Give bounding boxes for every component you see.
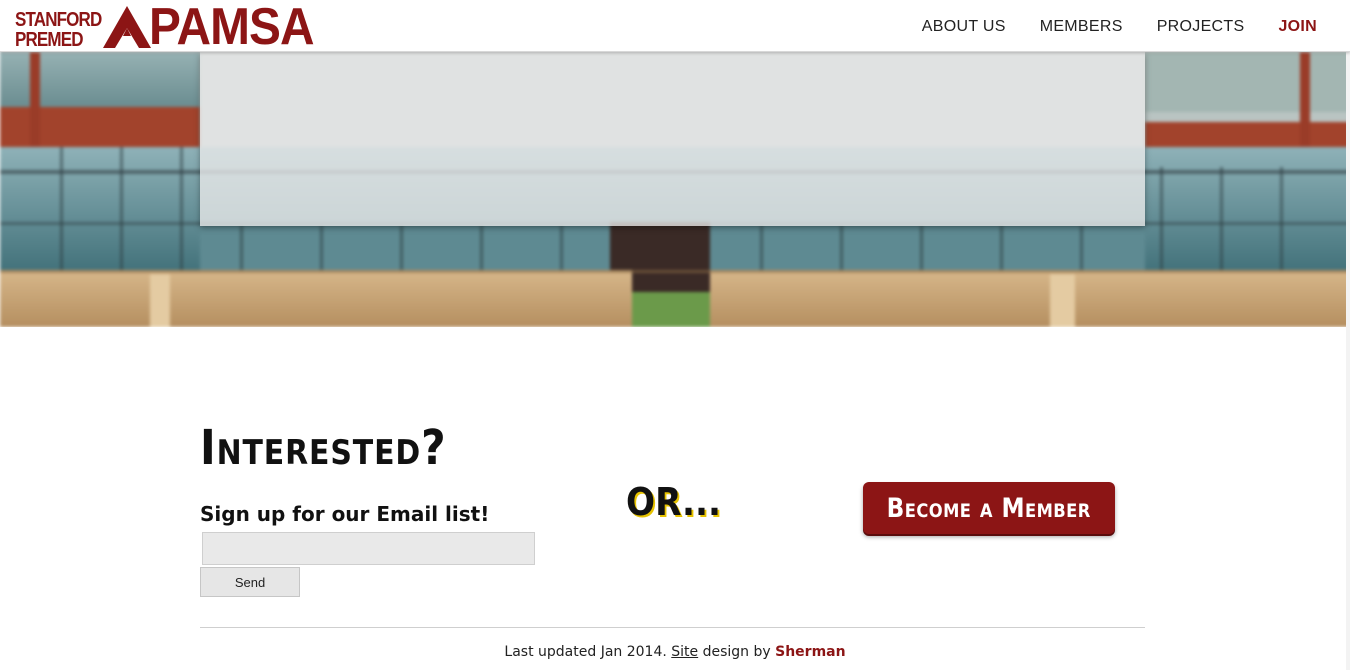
- site-header: STANFORD PREMED PAMSA ABOUT US MEMBERS P…: [0, 0, 1350, 56]
- main-nav: ABOUT US MEMBERS PROJECTS JOIN: [922, 18, 1317, 36]
- or-separator: OR...: [626, 480, 722, 524]
- email-signup-label: Sign up for our Email list!: [200, 502, 490, 526]
- footer-site-link[interactable]: Site: [671, 644, 698, 660]
- become-member-button[interactable]: Become a Member: [863, 482, 1115, 534]
- hero-overlay-card: [200, 52, 1145, 226]
- nav-join[interactable]: JOIN: [1278, 18, 1317, 36]
- hero-banner: [0, 52, 1350, 327]
- nav-about-us[interactable]: ABOUT US: [922, 18, 1006, 36]
- footer-design-by-text: design by: [698, 644, 776, 660]
- page-scrollbar[interactable]: [1346, 0, 1350, 670]
- logo-line-stanford: STANFORD: [15, 9, 102, 31]
- become-member-label: Become a Member: [886, 492, 1092, 524]
- logo-subtitle: STANFORD PREMED: [15, 10, 113, 50]
- logo-line-premed: PREMED: [15, 29, 83, 51]
- logo-wordmark: PAMSA: [149, 0, 315, 56]
- logo-triangle-icon: [103, 6, 151, 48]
- footer-author-link[interactable]: Sherman: [775, 644, 845, 660]
- footer-updated-text: Last updated Jan 2014.: [504, 644, 672, 660]
- footer-divider: [200, 627, 1145, 628]
- email-field[interactable]: [202, 532, 535, 565]
- site-footer: Last updated Jan 2014. Site design by Sh…: [0, 644, 1350, 660]
- pamsa-logo[interactable]: STANFORD PREMED PAMSA: [15, 0, 328, 56]
- send-button[interactable]: Send: [200, 567, 300, 597]
- nav-projects[interactable]: PROJECTS: [1157, 18, 1245, 36]
- nav-members[interactable]: MEMBERS: [1040, 18, 1123, 36]
- interested-heading: Interested?: [200, 420, 447, 476]
